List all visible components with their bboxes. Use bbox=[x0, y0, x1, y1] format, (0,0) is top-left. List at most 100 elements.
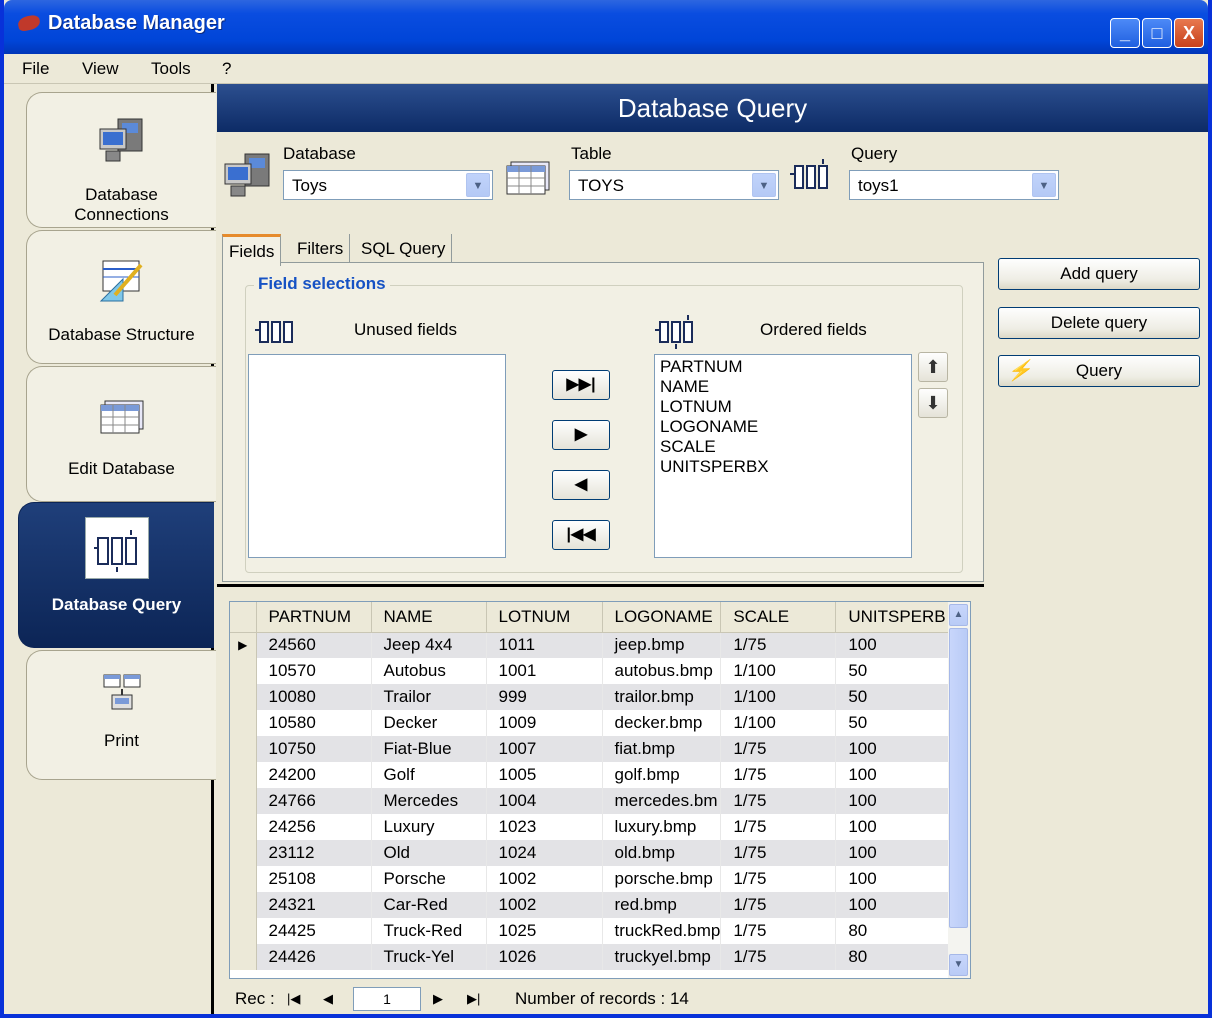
table-cell[interactable]: Jeep 4x4 bbox=[371, 632, 487, 658]
list-item[interactable]: SCALE bbox=[655, 437, 911, 457]
table-cell[interactable]: 1002 bbox=[486, 892, 603, 918]
row-indicator[interactable] bbox=[230, 814, 257, 840]
table-row[interactable]: 24426 Truck-Yel 1026 truckyel.bmp 1/75 80 bbox=[230, 944, 952, 970]
move-left-button[interactable]: ◀ bbox=[552, 470, 610, 500]
table-cell[interactable]: 1024 bbox=[486, 840, 603, 866]
table-cell[interactable]: Autobus bbox=[371, 658, 487, 684]
move-right-button[interactable]: ▶ bbox=[552, 420, 610, 450]
table-cell[interactable]: 1/75 bbox=[720, 918, 837, 944]
table-cell[interactable]: 23112 bbox=[256, 840, 372, 866]
table-row[interactable]: 10580 Decker 1009 decker.bmp 1/100 50 bbox=[230, 710, 952, 736]
table-cell[interactable]: 1005 bbox=[486, 762, 603, 788]
query-select[interactable]: toys1 ▼ bbox=[849, 170, 1059, 200]
table-cell[interactable]: 1009 bbox=[486, 710, 603, 736]
tab-fields[interactable]: Fields bbox=[222, 234, 282, 266]
table-cell[interactable]: 100 bbox=[835, 892, 952, 918]
table-cell[interactable]: 1002 bbox=[486, 866, 603, 892]
table-cell[interactable]: 1007 bbox=[486, 736, 603, 762]
table-cell[interactable]: 1/75 bbox=[720, 814, 837, 840]
run-query-button[interactable]: ⚡ Query bbox=[998, 355, 1200, 387]
add-query-button[interactable]: Add query bbox=[998, 258, 1200, 290]
table-cell[interactable]: 1/100 bbox=[720, 710, 837, 736]
unused-fields-list[interactable] bbox=[248, 354, 506, 558]
table-row[interactable]: 10750 Fiat-Blue 1007 fiat.bmp 1/75 100 bbox=[230, 736, 952, 762]
move-down-button[interactable]: ⬇ bbox=[918, 388, 948, 418]
table-cell[interactable]: 1/75 bbox=[720, 788, 837, 814]
chevron-down-icon[interactable]: ▼ bbox=[466, 173, 490, 197]
table-row[interactable]: 10080 Trailor 999 trailor.bmp 1/100 50 bbox=[230, 684, 952, 710]
first-record-button[interactable]: |◀ bbox=[287, 991, 300, 1007]
table-cell[interactable]: red.bmp bbox=[602, 892, 722, 918]
table-cell[interactable]: Truck-Yel bbox=[371, 944, 487, 970]
database-select[interactable]: Toys ▼ bbox=[283, 170, 493, 200]
table-cell[interactable]: luxury.bmp bbox=[602, 814, 722, 840]
table-cell[interactable]: truckRed.bmp bbox=[602, 918, 722, 944]
table-select[interactable]: TOYS ▼ bbox=[569, 170, 779, 200]
table-cell[interactable]: 80 bbox=[835, 918, 952, 944]
table-cell[interactable]: 1/75 bbox=[720, 632, 837, 658]
table-cell[interactable]: 100 bbox=[835, 814, 952, 840]
scroll-up-icon[interactable]: ▲ bbox=[949, 604, 968, 626]
table-cell[interactable]: jeep.bmp bbox=[602, 632, 722, 658]
move-up-button[interactable]: ⬆ bbox=[918, 352, 948, 382]
table-cell[interactable]: Trailor bbox=[371, 684, 487, 710]
table-cell[interactable]: truckyel.bmp bbox=[602, 944, 722, 970]
table-cell[interactable]: old.bmp bbox=[602, 840, 722, 866]
table-row[interactable]: 24200 Golf 1005 golf.bmp 1/75 100 bbox=[230, 762, 952, 788]
row-indicator[interactable] bbox=[230, 788, 257, 814]
table-cell[interactable]: 999 bbox=[486, 684, 603, 710]
table-cell[interactable]: 1025 bbox=[486, 918, 603, 944]
table-cell[interactable]: 1023 bbox=[486, 814, 603, 840]
table-cell[interactable]: 1026 bbox=[486, 944, 603, 970]
minimize-button[interactable]: _ bbox=[1110, 18, 1140, 48]
table-cell[interactable]: 80 bbox=[835, 944, 952, 970]
row-indicator[interactable]: ▶ bbox=[230, 632, 257, 658]
record-number-input[interactable]: 1 bbox=[353, 987, 421, 1011]
close-button[interactable]: X bbox=[1174, 18, 1204, 48]
prev-record-button[interactable]: ◀ bbox=[323, 991, 333, 1007]
maximize-button[interactable]: □ bbox=[1142, 18, 1172, 48]
table-cell[interactable]: 24560 bbox=[256, 632, 372, 658]
table-cell[interactable]: 1011 bbox=[486, 632, 603, 658]
results-grid[interactable]: PARTNUM NAME LOTNUM LOGONAME SCALE UNITS… bbox=[229, 601, 971, 979]
table-cell[interactable]: Mercedes bbox=[371, 788, 487, 814]
scroll-down-icon[interactable]: ▼ bbox=[949, 954, 968, 976]
row-indicator[interactable] bbox=[230, 866, 257, 892]
row-indicator[interactable] bbox=[230, 658, 257, 684]
table-cell[interactable]: 100 bbox=[835, 736, 952, 762]
table-cell[interactable]: golf.bmp bbox=[602, 762, 722, 788]
row-indicator[interactable] bbox=[230, 944, 257, 970]
table-cell[interactable]: 24766 bbox=[256, 788, 372, 814]
next-record-button[interactable]: ▶ bbox=[433, 991, 443, 1007]
table-cell[interactable]: 24425 bbox=[256, 918, 372, 944]
last-record-button[interactable]: ▶| bbox=[467, 991, 480, 1007]
table-cell[interactable]: 50 bbox=[835, 658, 952, 684]
list-item[interactable]: LOTNUM bbox=[655, 397, 911, 417]
table-cell[interactable]: Fiat-Blue bbox=[371, 736, 487, 762]
sidebar-item-database-structure[interactable]: Database Structure bbox=[26, 230, 216, 364]
title-bar[interactable]: Database Manager _ □ X bbox=[4, 0, 1208, 54]
table-cell[interactable]: Luxury bbox=[371, 814, 487, 840]
move-all-left-button[interactable]: |◀◀ bbox=[552, 520, 610, 550]
table-cell[interactable]: Golf bbox=[371, 762, 487, 788]
column-header[interactable]: SCALE bbox=[720, 602, 837, 633]
sidebar-item-database-connections[interactable]: Database Connections bbox=[26, 92, 216, 228]
table-cell[interactable]: 1/75 bbox=[720, 866, 837, 892]
table-row[interactable]: 10570 Autobus 1001 autobus.bmp 1/100 50 bbox=[230, 658, 952, 684]
table-cell[interactable]: 50 bbox=[835, 710, 952, 736]
list-item[interactable]: UNITSPERBX bbox=[655, 457, 911, 477]
table-cell[interactable]: 1/100 bbox=[720, 684, 837, 710]
menu-tools[interactable]: Tools bbox=[151, 59, 191, 79]
table-cell[interactable]: 1/75 bbox=[720, 840, 837, 866]
table-cell[interactable]: Truck-Red bbox=[371, 918, 487, 944]
column-header[interactable]: LOGONAME bbox=[602, 602, 722, 633]
table-cell[interactable]: Decker bbox=[371, 710, 487, 736]
table-cell[interactable]: Old bbox=[371, 840, 487, 866]
scroll-thumb[interactable] bbox=[949, 628, 968, 928]
list-item[interactable]: LOGONAME bbox=[655, 417, 911, 437]
table-cell[interactable]: 50 bbox=[835, 684, 952, 710]
table-cell[interactable]: 10580 bbox=[256, 710, 372, 736]
chevron-down-icon[interactable]: ▼ bbox=[752, 173, 776, 197]
ordered-fields-list[interactable]: PARTNUM NAME LOTNUM LOGONAME SCALE UNITS… bbox=[654, 354, 912, 558]
table-row[interactable]: 23112 Old 1024 old.bmp 1/75 100 bbox=[230, 840, 952, 866]
